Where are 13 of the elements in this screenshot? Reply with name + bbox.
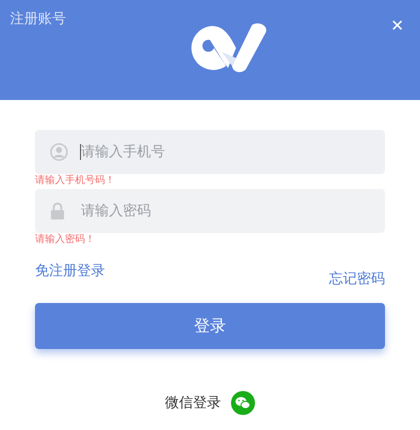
user-icon <box>50 143 68 161</box>
input-field[interactable]: 请输入手机号 <box>35 130 385 174</box>
lock-icon <box>50 202 65 220</box>
sms-login-link[interactable]: 免注册登录 <box>35 262 105 280</box>
error-message: 请输入密码！ <box>35 233 96 247</box>
register-link[interactable]: 注册账号 <box>10 10 66 28</box>
error-message: 请输入手机号码！ <box>35 174 116 188</box>
input-field[interactable]: 请输入密码 <box>35 189 385 233</box>
forgot-password-link[interactable]: 忘记密码 <box>329 270 385 288</box>
wechat-login-link[interactable]: 微信登录 <box>165 394 221 412</box>
wechat-icon[interactable] <box>231 391 255 415</box>
close-button[interactable]: ✕ <box>390 16 404 35</box>
login-button[interactable]: 登录 <box>35 303 385 349</box>
